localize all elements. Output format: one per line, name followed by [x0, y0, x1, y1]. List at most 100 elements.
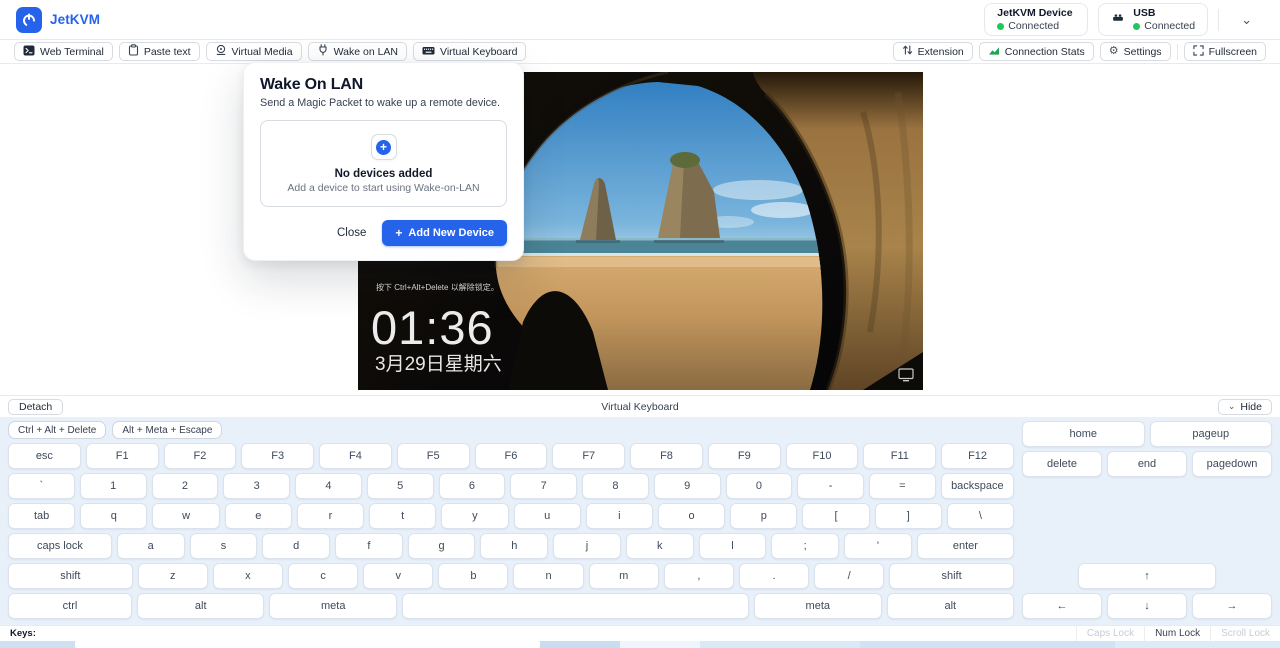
- key-period[interactable]: .: [739, 563, 809, 589]
- key-f4[interactable]: F4: [319, 443, 392, 469]
- key-5[interactable]: 5: [367, 473, 434, 499]
- bottom-scrollbar[interactable]: [0, 641, 1280, 648]
- key-d[interactable]: d: [262, 533, 330, 559]
- key-shift[interactable]: shift: [8, 563, 133, 589]
- device-status-badge[interactable]: JetKVM Device Connected: [984, 3, 1088, 36]
- key-backtick[interactable]: `: [8, 473, 75, 499]
- key-backslash[interactable]: \: [947, 503, 1014, 529]
- key-t[interactable]: t: [369, 503, 436, 529]
- key-l[interactable]: l: [699, 533, 767, 559]
- header-menu-button[interactable]: ⌄: [1229, 10, 1264, 30]
- key-7[interactable]: 7: [510, 473, 577, 499]
- key-f9[interactable]: F9: [708, 443, 781, 469]
- key-a[interactable]: a: [117, 533, 185, 559]
- key-c[interactable]: c: [288, 563, 358, 589]
- key-arrow-up[interactable]: ↑: [1078, 563, 1216, 589]
- key-f11[interactable]: F11: [863, 443, 936, 469]
- key-bracket-left[interactable]: [: [802, 503, 869, 529]
- key-arrow-right[interactable]: →: [1192, 593, 1272, 619]
- key-1[interactable]: 1: [80, 473, 147, 499]
- key-k[interactable]: k: [626, 533, 694, 559]
- key-2[interactable]: 2: [152, 473, 219, 499]
- key-comma[interactable]: ,: [664, 563, 734, 589]
- key-q[interactable]: q: [80, 503, 147, 529]
- key-arrow-left[interactable]: ←: [1022, 593, 1102, 619]
- key-n[interactable]: n: [513, 563, 583, 589]
- key-f5[interactable]: F5: [397, 443, 470, 469]
- key-x[interactable]: x: [213, 563, 283, 589]
- key-p[interactable]: p: [730, 503, 797, 529]
- key-v[interactable]: v: [363, 563, 433, 589]
- key-f6[interactable]: F6: [475, 443, 548, 469]
- key-f12[interactable]: F12: [941, 443, 1014, 469]
- key-f7[interactable]: F7: [552, 443, 625, 469]
- virtual-media-button[interactable]: Virtual Media: [206, 42, 302, 61]
- key-meta[interactable]: meta: [269, 593, 396, 619]
- key-r[interactable]: r: [297, 503, 364, 529]
- wake-on-lan-button[interactable]: Wake on LAN: [308, 42, 407, 61]
- key-enter[interactable]: enter: [917, 533, 1014, 559]
- connection-stats-button[interactable]: Connection Stats: [979, 42, 1094, 61]
- key-backspace[interactable]: backspace: [941, 473, 1014, 499]
- key-j[interactable]: j: [553, 533, 621, 559]
- key-f8[interactable]: F8: [630, 443, 703, 469]
- key-ctrl[interactable]: ctrl: [8, 593, 132, 619]
- key-f[interactable]: f: [335, 533, 403, 559]
- key-pagedown[interactable]: pagedown: [1192, 451, 1272, 477]
- key-g[interactable]: g: [408, 533, 476, 559]
- key-home[interactable]: home: [1022, 421, 1145, 447]
- key-f3[interactable]: F3: [241, 443, 314, 469]
- key-w[interactable]: w: [152, 503, 219, 529]
- key-f10[interactable]: F10: [786, 443, 859, 469]
- shortcut-alt-meta-escape[interactable]: Alt + Meta + Escape: [112, 421, 222, 439]
- scrollbar-thumb[interactable]: [75, 641, 540, 648]
- paste-text-button[interactable]: Paste text: [119, 42, 200, 61]
- hide-keyboard-button[interactable]: ⌄ Hide: [1218, 399, 1272, 415]
- add-new-device-button[interactable]: + Add New Device: [382, 220, 507, 246]
- web-terminal-button[interactable]: Web Terminal: [14, 42, 113, 61]
- key-z[interactable]: z: [138, 563, 208, 589]
- key-f1[interactable]: F1: [86, 443, 159, 469]
- key-9[interactable]: 9: [654, 473, 721, 499]
- key-3[interactable]: 3: [223, 473, 290, 499]
- key-arrow-down[interactable]: ↓: [1107, 593, 1187, 619]
- key-0[interactable]: 0: [726, 473, 793, 499]
- key-space[interactable]: [402, 593, 749, 619]
- key-u[interactable]: u: [514, 503, 581, 529]
- key-6[interactable]: 6: [439, 473, 506, 499]
- extension-button[interactable]: Extension: [893, 42, 973, 61]
- key-e[interactable]: e: [225, 503, 292, 529]
- key-bracket-right[interactable]: ]: [875, 503, 942, 529]
- key-esc[interactable]: esc: [8, 443, 81, 469]
- key-shift[interactable]: shift: [889, 563, 1014, 589]
- key-pageup[interactable]: pageup: [1150, 421, 1273, 447]
- key-i[interactable]: i: [586, 503, 653, 529]
- key-slash[interactable]: /: [814, 563, 884, 589]
- key-caps-lock[interactable]: caps lock: [8, 533, 112, 559]
- key-4[interactable]: 4: [295, 473, 362, 499]
- key-delete[interactable]: delete: [1022, 451, 1102, 477]
- settings-button[interactable]: ⚙ Settings: [1100, 42, 1171, 61]
- shortcut-ctrl-alt-delete[interactable]: Ctrl + Alt + Delete: [8, 421, 106, 439]
- key-s[interactable]: s: [190, 533, 258, 559]
- key-alt[interactable]: alt: [887, 593, 1014, 619]
- key-end[interactable]: end: [1107, 451, 1187, 477]
- key-minus[interactable]: -: [797, 473, 864, 499]
- key-h[interactable]: h: [480, 533, 548, 559]
- key-alt[interactable]: alt: [137, 593, 264, 619]
- fullscreen-button[interactable]: Fullscreen: [1184, 42, 1266, 61]
- virtual-keyboard-button[interactable]: Virtual Keyboard: [413, 42, 526, 61]
- key-tab[interactable]: tab: [8, 503, 75, 529]
- key-o[interactable]: o: [658, 503, 725, 529]
- key-m[interactable]: m: [589, 563, 659, 589]
- key-8[interactable]: 8: [582, 473, 649, 499]
- key-b[interactable]: b: [438, 563, 508, 589]
- key-meta[interactable]: meta: [754, 593, 881, 619]
- detach-button[interactable]: Detach: [8, 399, 63, 415]
- key-f2[interactable]: F2: [164, 443, 237, 469]
- key-y[interactable]: y: [441, 503, 508, 529]
- key-quote[interactable]: ': [844, 533, 912, 559]
- close-button[interactable]: Close: [337, 227, 366, 239]
- key-equals[interactable]: =: [869, 473, 936, 499]
- key-semicolon[interactable]: ;: [771, 533, 839, 559]
